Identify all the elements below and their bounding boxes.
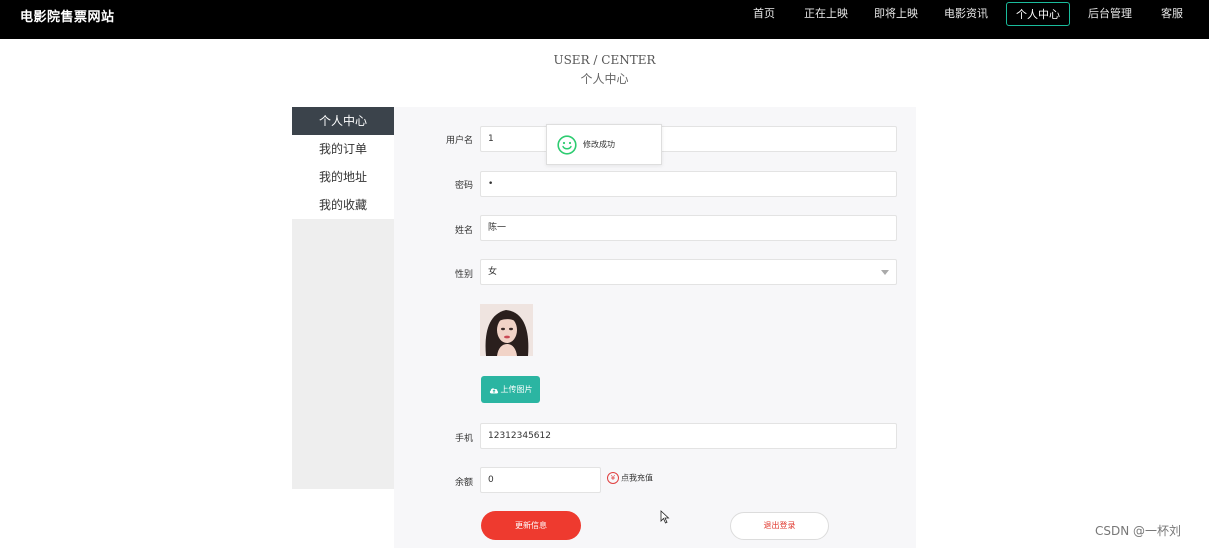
- sidebar-item-my-address[interactable]: 我的地址: [292, 163, 394, 191]
- site-brand[interactable]: 电影院售票网站: [20, 6, 115, 25]
- smile-icon: [557, 135, 577, 155]
- upload-image-label: 上传图片: [500, 385, 533, 394]
- gender-label: 性别: [454, 270, 473, 280]
- nav-home[interactable]: 首页: [751, 2, 777, 26]
- chevron-down-icon: [881, 270, 889, 275]
- page-heading-cn: 个人中心: [580, 72, 629, 86]
- gender-select[interactable]: 女: [480, 259, 897, 285]
- watermark: CSDN @一杯刘: [1095, 524, 1182, 538]
- sidebar: 个人中心 我的订单 我的地址 我的收藏: [292, 107, 394, 489]
- phone-label: 手机: [454, 434, 473, 444]
- yen-icon: ¥: [607, 472, 619, 484]
- password-label: 密码: [454, 181, 473, 191]
- upload-image-button[interactable]: 上传图片: [481, 376, 540, 403]
- nav-movie-news[interactable]: 电影资讯: [943, 2, 989, 26]
- name-label: 姓名: [454, 226, 473, 236]
- recharge-label: 点我充值: [621, 473, 653, 483]
- success-toast: 修改成功: [546, 124, 662, 165]
- nav-now-showing[interactable]: 正在上映: [803, 2, 849, 26]
- name-field[interactable]: 陈一: [480, 215, 897, 241]
- recharge-link[interactable]: ¥ 点我充值: [607, 472, 653, 486]
- nav-customer-service[interactable]: 客服: [1159, 2, 1185, 26]
- sidebar-item-user-center[interactable]: 个人中心: [292, 107, 394, 135]
- sidebar-item-my-favorites[interactable]: 我的收藏: [292, 191, 394, 219]
- avatar: [480, 304, 533, 356]
- nav-user-center[interactable]: 个人中心: [1006, 2, 1070, 26]
- gender-select-value: 女: [488, 267, 498, 277]
- balance-field[interactable]: 0: [480, 467, 601, 493]
- username-field[interactable]: 1: [480, 126, 897, 152]
- sidebar-item-my-orders[interactable]: 我的订单: [292, 135, 394, 163]
- top-navbar: 电影院售票网站 首页 正在上映 即将上映 电影资讯 个人中心 后台管理 客服: [0, 0, 1209, 39]
- balance-label: 余额: [454, 478, 473, 488]
- phone-field[interactable]: 12312345612: [480, 423, 897, 449]
- mouse-cursor-icon: [660, 510, 670, 524]
- page-heading-en: USER / CENTER: [553, 53, 656, 67]
- username-label: 用户名: [445, 136, 473, 146]
- logout-button[interactable]: 退出登录: [730, 512, 829, 540]
- nav-admin[interactable]: 后台管理: [1087, 2, 1133, 26]
- password-field[interactable]: •: [480, 171, 897, 197]
- nav-coming-soon[interactable]: 即将上映: [874, 2, 918, 26]
- toast-message: 修改成功: [583, 140, 615, 149]
- cloud-upload-icon: [489, 387, 498, 393]
- update-info-button[interactable]: 更新信息: [481, 511, 581, 540]
